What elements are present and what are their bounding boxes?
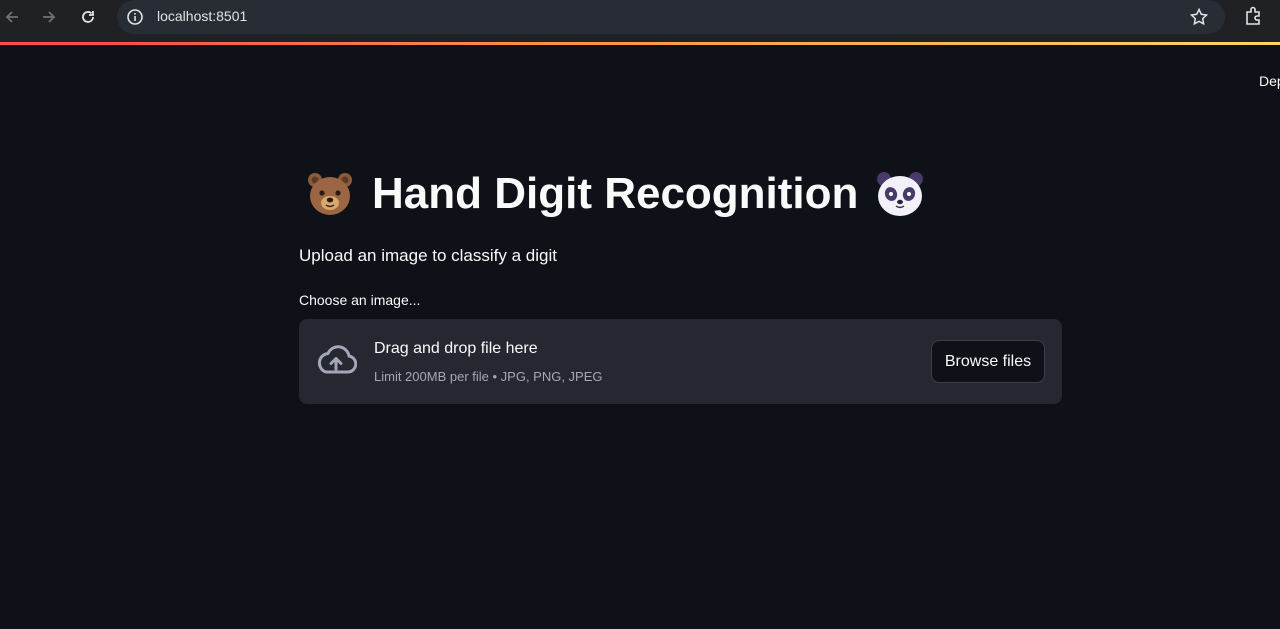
site-info-icon[interactable] [126,8,144,30]
bear-face-emoji [304,168,356,220]
address-bar[interactable]: localhost:8501 [117,0,1225,34]
dropzone-instruction: Drag and drop file here [374,340,538,357]
deploy-button[interactable]: Dep [1259,73,1280,89]
page-title: Hand Digit Recognition [304,168,926,220]
file-uploader-label: Choose an image... [299,292,421,308]
browser-toolbar: localhost:8501 [0,0,1280,42]
page-title-text: Hand Digit Recognition [372,169,859,218]
subtitle-text: Upload an image to classify a digit [299,246,557,265]
dropzone-limit-text: Limit 200MB per file • JPG, PNG, JPEG [374,369,603,384]
url-text[interactable]: localhost:8501 [157,8,247,24]
browse-files-button[interactable]: Browse files [931,340,1045,383]
file-dropzone[interactable]: Drag and drop file here Limit 200MB per … [299,319,1062,404]
reload-icon[interactable] [76,5,100,29]
panda-face-emoji [874,168,926,220]
loading-progress-segment [0,42,112,45]
back-arrow-icon[interactable] [0,5,24,29]
extensions-icon[interactable] [1243,5,1265,31]
cloud-upload-icon [315,344,358,382]
bookmark-star-icon[interactable] [1189,7,1209,31]
loading-progress-bar [0,42,1280,45]
forward-arrow-icon[interactable] [37,5,61,29]
